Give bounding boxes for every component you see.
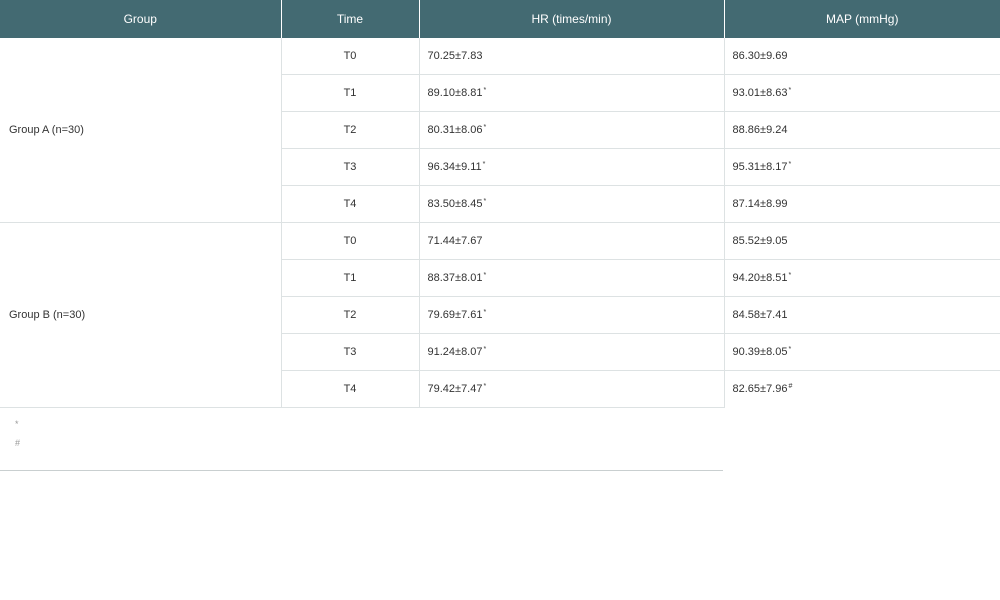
hr-value: 88.37±8.01 — [427, 272, 483, 284]
table-row: Group A (n=30) T0 70.25±7.83 86.30±9.69 — [0, 38, 1000, 223]
hr-significance-mark: * — [483, 309, 487, 316]
map-value: 90.39±8.05 — [732, 346, 788, 358]
group-label: Group B (n=30) — [0, 222, 281, 408]
header-time: Time — [280, 0, 419, 38]
hr-value: 79.42±7.47 — [427, 383, 483, 395]
footnote-asterisk: * — [15, 419, 19, 429]
map-value: 87.14±8.99 — [732, 198, 788, 210]
time-cell: T3 — [280, 148, 419, 186]
map-cell: 93.01±8.63* — [723, 74, 1000, 112]
time-cell: T1 — [280, 259, 419, 297]
group-label: Group A (n=30) — [0, 38, 281, 223]
hr-value: 89.10±8.81 — [427, 87, 483, 99]
time-cell: T2 — [280, 111, 419, 149]
hr-significance-mark: * — [483, 198, 487, 205]
map-value: 88.86±9.24 — [732, 124, 788, 136]
map-cell: 95.31±8.17* — [723, 148, 1000, 186]
time-cell: T0 — [280, 38, 419, 75]
hr-significance-mark: * — [483, 272, 487, 279]
hr-cell: 91.24±8.07* — [418, 333, 724, 371]
time-cell: T1 — [280, 74, 419, 112]
map-cell: 94.20±8.51* — [723, 259, 1000, 297]
hr-significance-mark: * — [483, 383, 487, 390]
header-row: Group Time HR (times/min) MAP (mmHg) — [0, 0, 1000, 38]
hr-cell: 96.34±9.11* — [418, 148, 724, 186]
map-value: 93.01±8.63 — [732, 87, 788, 99]
table-body: Group A (n=30) T0 70.25±7.83 86.30±9.69 T1 89… — [0, 38, 1000, 408]
hr-cell: 79.69±7.61* — [418, 296, 724, 334]
hr-cell: 80.31±8.06* — [418, 111, 724, 149]
hr-significance-mark: * — [482, 161, 486, 168]
time-cell: T3 — [280, 333, 419, 371]
table-row: Group B (n=30) T0 71.44±7.67 85.52±9.05 — [0, 222, 1000, 408]
map-value: 95.31±8.17 — [732, 161, 788, 173]
map-value: 94.20±8.51 — [732, 272, 788, 284]
hr-significance-mark: * — [483, 124, 487, 131]
hr-value: 79.69±7.61 — [427, 309, 483, 321]
hr-cell: 70.25±7.83 — [418, 38, 724, 75]
map-value: 85.52±9.05 — [732, 235, 788, 247]
hr-value: 91.24±8.07 — [427, 346, 483, 358]
map-cell: 84.58±7.41 — [723, 296, 1000, 334]
map-significance-mark: # — [788, 383, 793, 391]
hr-significance-mark: * — [483, 87, 487, 94]
map-significance-mark: * — [788, 87, 792, 94]
hr-cell: 83.50±8.45* — [418, 185, 724, 223]
time-cell: T4 — [280, 370, 419, 408]
hr-cell: 89.10±8.81* — [418, 74, 724, 112]
map-cell: 87.14±8.99 — [723, 185, 1000, 223]
header-hr: HR (times/min) — [418, 0, 724, 38]
time-cell: T0 — [280, 222, 419, 260]
header-map: MAP (mmHg) — [723, 0, 1000, 38]
hr-cell: 71.44±7.67 — [418, 222, 724, 260]
hr-value: 71.44±7.67 — [427, 235, 483, 247]
hr-value: 80.31±8.06 — [427, 124, 483, 136]
map-cell: 86.30±9.69 — [723, 38, 1000, 75]
map-cell: 82.65±7.96# — [723, 370, 1000, 408]
header-group: Group — [0, 0, 281, 38]
time-cell: T2 — [280, 296, 419, 334]
map-cell: 85.52±9.05 — [723, 222, 1000, 260]
hr-cell: 88.37±8.01* — [418, 259, 724, 297]
footnotes: * # — [0, 404, 723, 471]
map-cell: 90.39±8.05* — [723, 333, 1000, 371]
hr-value: 83.50±8.45 — [427, 198, 483, 210]
hr-significance-mark: * — [483, 346, 487, 353]
map-significance-mark: * — [788, 272, 792, 279]
hr-value: 96.34±9.11 — [427, 161, 482, 173]
data-table: Group Time HR (times/min) MAP (mmHg) Gro… — [0, 0, 1000, 408]
hr-cell: 79.42±7.47* — [418, 370, 724, 408]
map-significance-mark: * — [788, 346, 792, 353]
map-value: 82.65±7.96 — [732, 383, 788, 396]
map-significance-mark: * — [788, 161, 792, 168]
hr-value: 70.25±7.83 — [427, 50, 483, 62]
map-value: 84.58±7.41 — [732, 309, 788, 321]
map-cell: 88.86±9.24 — [723, 111, 1000, 149]
map-value: 86.30±9.69 — [732, 50, 788, 62]
time-cell: T4 — [280, 185, 419, 223]
footnote-hash: # — [15, 438, 21, 448]
